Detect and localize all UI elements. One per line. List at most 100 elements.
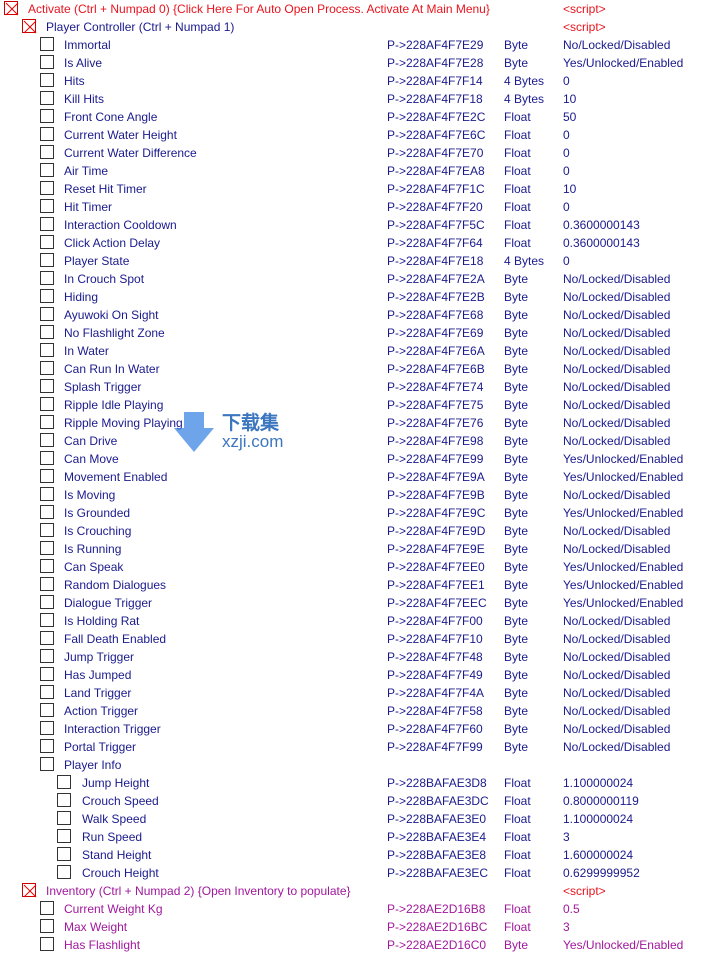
checkbox[interactable]: [40, 181, 54, 195]
checkbox[interactable]: [40, 433, 54, 447]
table-row[interactable]: Is Grounded P->228AF4F7E9C Byte Yes/Unlocke…: [0, 504, 704, 522]
table-row[interactable]: Run Speed P->228BAFAE3E4 Float 3: [0, 828, 704, 846]
checkbox[interactable]: [40, 379, 54, 393]
table-row[interactable]: Stand Height P->228BAFAE3E8 Float 1.6000000…: [0, 846, 704, 864]
checkbox[interactable]: [40, 613, 54, 627]
value[interactable]: 0: [563, 72, 570, 90]
table-row[interactable]: Crouch Height P->228BAFAE3EC Float 0.629999…: [0, 864, 704, 882]
table-row[interactable]: Player State P->228AF4F7E18 4 Bytes 0: [0, 252, 704, 270]
checkbox[interactable]: [40, 919, 54, 933]
table-row[interactable]: Player Info: [0, 756, 704, 774]
value[interactable]: 0.5: [563, 900, 580, 918]
checkbox[interactable]: [40, 577, 54, 591]
table-row[interactable]: Splash Trigger P->228AF4F7E74 Byte No/Locke…: [0, 378, 704, 396]
table-row[interactable]: Movement Enabled P->228AF4F7E9A Byte Yes/Un…: [0, 468, 704, 486]
checkbox[interactable]: [40, 595, 54, 609]
value[interactable]: 0: [563, 126, 570, 144]
checkbox[interactable]: [40, 235, 54, 249]
active-checkbox[interactable]: [22, 19, 37, 34]
table-row[interactable]: Is Alive P->228AF4F7E28 Byte Yes/Unlocked/E…: [0, 54, 704, 72]
value[interactable]: No/Locked/Disabled: [563, 342, 670, 360]
checkbox[interactable]: [40, 361, 54, 375]
value[interactable]: No/Locked/Disabled: [563, 540, 670, 558]
checkbox[interactable]: [40, 73, 54, 87]
value[interactable]: 0.6299999952: [563, 864, 640, 882]
table-row[interactable]: Hits P->228AF4F7F14 4 Bytes 0: [0, 72, 704, 90]
table-row[interactable]: No Flashlight Zone P->228AF4F7E69 Byte No/L…: [0, 324, 704, 342]
checkbox[interactable]: [57, 811, 71, 825]
checkbox[interactable]: [40, 253, 54, 267]
table-row[interactable]: Activate (Ctrl + Numpad 0) {Click Here F…: [0, 0, 704, 18]
value[interactable]: 10: [563, 180, 576, 198]
active-checkbox[interactable]: [22, 883, 37, 898]
value[interactable]: <script>: [563, 0, 606, 18]
checkbox[interactable]: [40, 541, 54, 555]
checkbox[interactable]: [57, 847, 71, 861]
value[interactable]: No/Locked/Disabled: [563, 306, 670, 324]
checkbox[interactable]: [40, 415, 54, 429]
value[interactable]: 1.100000024: [563, 774, 633, 792]
checkbox[interactable]: [40, 631, 54, 645]
value[interactable]: Yes/Unlocked/Enabled: [563, 504, 683, 522]
value[interactable]: Yes/Unlocked/Enabled: [563, 558, 683, 576]
value[interactable]: 50: [563, 108, 576, 126]
value[interactable]: Yes/Unlocked/Enabled: [563, 54, 683, 72]
checkbox[interactable]: [40, 145, 54, 159]
value[interactable]: No/Locked/Disabled: [563, 396, 670, 414]
checkbox[interactable]: [57, 865, 71, 879]
table-row[interactable]: Hiding P->228AF4F7E2B Byte No/Locked/Disabl…: [0, 288, 704, 306]
value[interactable]: No/Locked/Disabled: [563, 432, 670, 450]
table-row[interactable]: Crouch Speed P->228BAFAE3DC Float 0.8000000…: [0, 792, 704, 810]
table-row[interactable]: Can Speak P->228AF4F7EE0 Byte Yes/Unlocked/…: [0, 558, 704, 576]
table-row[interactable]: Portal Trigger P->228AF4F7F99 Byte No/Locke…: [0, 738, 704, 756]
table-row[interactable]: Fall Death Enabled P->228AF4F7F10 Byte No/L…: [0, 630, 704, 648]
checkbox[interactable]: [40, 937, 54, 951]
checkbox[interactable]: [40, 343, 54, 357]
checkbox[interactable]: [40, 271, 54, 285]
checkbox[interactable]: [40, 703, 54, 717]
value[interactable]: 10: [563, 90, 576, 108]
table-row[interactable]: Can Run In Water P->228AF4F7E6B Byte No/Loc…: [0, 360, 704, 378]
table-row[interactable]: Is Crouching P->228AF4F7E9D Byte No/Locked/…: [0, 522, 704, 540]
table-row[interactable]: Ripple Moving Playing P->228AF4F7E76 Byte N…: [0, 414, 704, 432]
value[interactable]: No/Locked/Disabled: [563, 684, 670, 702]
table-row[interactable]: Current Water Height P->228AF4F7E6C Float 0: [0, 126, 704, 144]
value[interactable]: No/Locked/Disabled: [563, 360, 670, 378]
value[interactable]: No/Locked/Disabled: [563, 612, 670, 630]
value[interactable]: 0.8000000119: [563, 792, 639, 810]
table-row[interactable]: Reset Hit Timer P->228AF4F7F1C Float 10: [0, 180, 704, 198]
table-row[interactable]: Jump Trigger P->228AF4F7F48 Byte No/Locked/…: [0, 648, 704, 666]
checkbox[interactable]: [57, 829, 71, 843]
checkbox[interactable]: [40, 739, 54, 753]
table-row[interactable]: Current Weight Kg P->228AE2D16B8 Float 0.5: [0, 900, 704, 918]
checkbox[interactable]: [40, 37, 54, 51]
table-row[interactable]: Max Weight P->228AE2D16BC Float 3: [0, 918, 704, 936]
table-row[interactable]: Air Time P->228AF4F7EA8 Float 0: [0, 162, 704, 180]
value[interactable]: Yes/Unlocked/Enabled: [563, 594, 683, 612]
value[interactable]: 0.3600000143: [563, 216, 640, 234]
value[interactable]: 1.100000024: [563, 810, 633, 828]
value[interactable]: 0: [563, 198, 570, 216]
value[interactable]: No/Locked/Disabled: [563, 36, 670, 54]
checkbox[interactable]: [57, 793, 71, 807]
value[interactable]: 3: [563, 918, 570, 936]
checkbox[interactable]: [40, 523, 54, 537]
checkbox[interactable]: [40, 307, 54, 321]
value[interactable]: Yes/Unlocked/Enabled: [563, 936, 683, 954]
value[interactable]: 0: [563, 162, 570, 180]
table-row[interactable]: Hit Timer P->228AF4F7F20 Float 0: [0, 198, 704, 216]
value[interactable]: Yes/Unlocked/Enabled: [563, 576, 683, 594]
value[interactable]: 1.600000024: [563, 846, 633, 864]
table-row[interactable]: Jump Height P->228BAFAE3D8 Float 1.10000002…: [0, 774, 704, 792]
checkbox[interactable]: [40, 451, 54, 465]
value[interactable]: No/Locked/Disabled: [563, 522, 670, 540]
table-row[interactable]: In Crouch Spot P->228AF4F7E2A Byte No/Locke…: [0, 270, 704, 288]
value[interactable]: No/Locked/Disabled: [563, 720, 670, 738]
table-row[interactable]: Has Flashlight P->228AE2D16C0 Byte Yes/Unlo…: [0, 936, 704, 954]
table-row[interactable]: Interaction Cooldown P->228AF4F7F5C Float 0…: [0, 216, 704, 234]
checkbox[interactable]: [40, 217, 54, 231]
value[interactable]: No/Locked/Disabled: [563, 270, 670, 288]
value[interactable]: <script>: [563, 18, 606, 36]
value[interactable]: <script>: [563, 882, 606, 900]
table-row[interactable]: Dialogue Trigger P->228AF4F7EEC Byte Yes/Un…: [0, 594, 704, 612]
